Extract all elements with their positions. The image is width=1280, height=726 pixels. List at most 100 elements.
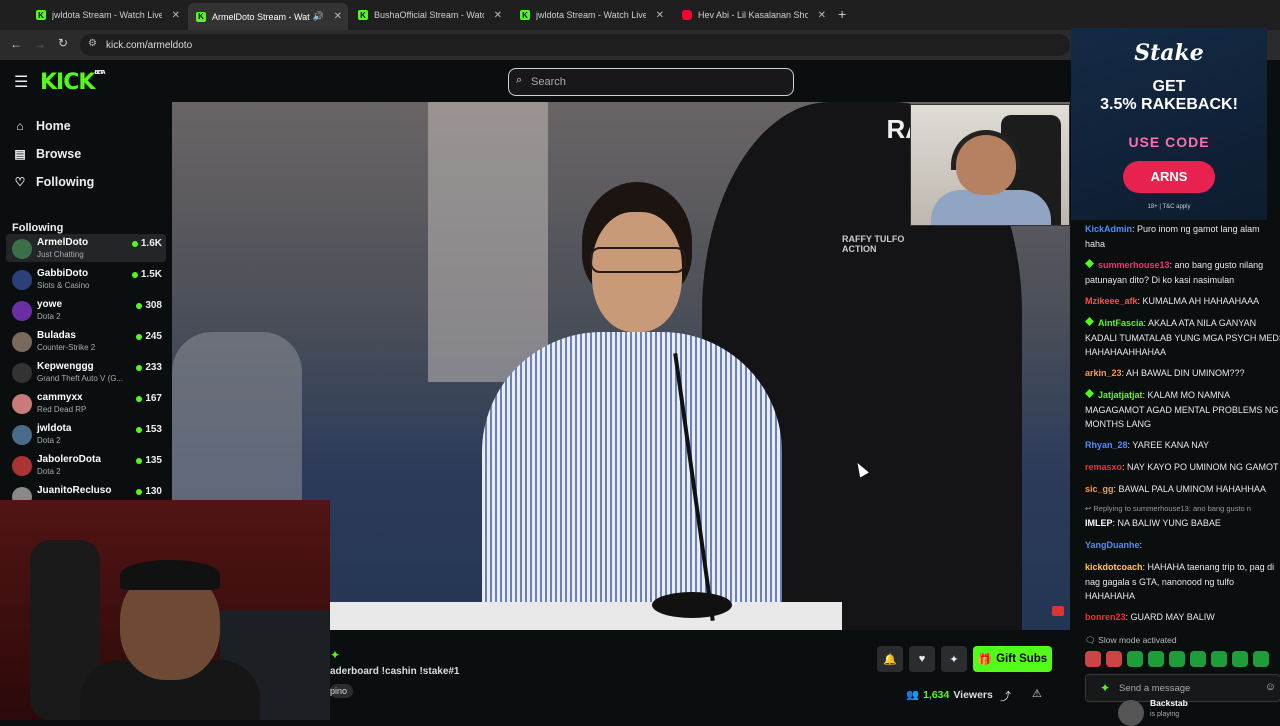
- channel-category: Red Dead RP: [37, 405, 87, 414]
- chat-username[interactable]: Jatjatjatjat: [1098, 390, 1143, 400]
- sidebar-channel[interactable]: JaboleroDota Dota 2 135: [6, 451, 166, 479]
- tab-bushaofficial[interactable]: K BushaOfficial Stream - Watch Li ✕: [350, 4, 508, 26]
- url-field[interactable]: ⚙ kick.com/armeldoto: [80, 34, 1070, 56]
- chat-username[interactable]: remasxo: [1085, 462, 1122, 472]
- tab-jwldota-1[interactable]: K jwldota Stream - Watch Live on ✕: [28, 4, 186, 26]
- sidebar-channel[interactable]: Buladas Counter-Strike 2 245: [6, 327, 166, 355]
- channel-name: GabbiDoto: [37, 268, 89, 279]
- chat-message: YangDuanhe:: [1085, 540, 1143, 550]
- chat-username[interactable]: arkin_23: [1085, 368, 1122, 378]
- badge-icon: [1085, 389, 1094, 398]
- sidebar-channel[interactable]: yowe Dota 2 308: [6, 296, 166, 324]
- streamer-webcam-2: [0, 500, 330, 720]
- close-tab-icon[interactable]: ✕: [494, 10, 502, 21]
- live-dot-icon: [136, 302, 143, 309]
- live-dot-icon: [136, 488, 143, 495]
- activity-sub: is playing: [1150, 711, 1180, 718]
- sidebar-channel[interactable]: jwldota Dota 2 153: [6, 420, 166, 448]
- emote[interactable]: [1190, 651, 1206, 667]
- tab-armeldoto[interactable]: K ArmelDoto Stream - Watch 🔊 ✕: [188, 3, 348, 30]
- close-tab-icon[interactable]: ✕: [172, 10, 180, 21]
- youtube-watermark-icon: [1052, 606, 1064, 616]
- live-dot-icon: [131, 240, 138, 247]
- chat-username[interactable]: sic_gg: [1085, 484, 1114, 494]
- new-tab-button[interactable]: +: [838, 6, 846, 22]
- avatar: [12, 239, 32, 259]
- emote[interactable]: [1169, 651, 1185, 667]
- kick-logo[interactable]: KICKBETA: [40, 70, 106, 95]
- video-person-seated: [472, 182, 802, 630]
- stake-ad[interactable]: Stake GET 3.5% RAKEBACK! USE CODE ARNS 18…: [1071, 28, 1267, 220]
- report-icon[interactable]: ⚠: [1032, 687, 1042, 700]
- sidebar-channel[interactable]: GabbiDoto Slots & Casino 1.5K: [6, 265, 166, 293]
- sidebar-channel[interactable]: ArmelDoto Just Chatting 1.6K: [6, 234, 166, 262]
- reload-icon[interactable]: ↻: [58, 36, 68, 50]
- slow-mode-notice: 🗨 Slow mode activated: [1085, 635, 1177, 645]
- back-icon[interactable]: ←: [10, 37, 22, 51]
- channel-name: JuanitoRecluso: [37, 485, 112, 496]
- close-tab-icon[interactable]: ✕: [818, 10, 826, 21]
- chat-username[interactable]: bonren23: [1085, 612, 1126, 622]
- speaker-icon[interactable]: 🔊: [313, 11, 324, 22]
- viewer-count: 👥 1,634 Viewers: [906, 688, 993, 702]
- avatar: [12, 425, 32, 445]
- tab-hev-abi[interactable]: Hev Abi - Lil Kasalanan Shortie ✕: [674, 4, 832, 26]
- sidebar-channel[interactable]: cammyxx Red Dead RP 167: [6, 389, 166, 417]
- avatar: [12, 301, 32, 321]
- close-tab-icon[interactable]: ✕: [656, 10, 664, 21]
- live-dot-icon: [136, 426, 143, 433]
- chat-username[interactable]: AintFascia: [1098, 318, 1144, 328]
- share-icon[interactable]: ⤴: [1000, 688, 1011, 704]
- chat-username[interactable]: Mzikeee_afk: [1085, 296, 1138, 306]
- avatar: [12, 394, 32, 414]
- emote[interactable]: [1253, 651, 1269, 667]
- avatar: [12, 363, 32, 383]
- channel-category: Slots & Casino: [37, 281, 90, 290]
- nav-home[interactable]: ⌂ Home: [14, 119, 70, 133]
- predictions-button[interactable]: ✦: [941, 646, 967, 672]
- emote[interactable]: [1211, 651, 1227, 667]
- close-tab-icon[interactable]: ✕: [334, 11, 342, 22]
- nav-browse[interactable]: ▤ Browse: [14, 147, 81, 161]
- search-input[interactable]: ⌕ Search: [508, 68, 794, 96]
- gift-subs-button[interactable]: 🎁 Gift Subs: [973, 646, 1052, 672]
- tab-jwldota-2[interactable]: K jwldota Stream - Watch Live on ✕: [512, 4, 670, 26]
- emote[interactable]: [1085, 651, 1101, 667]
- channel-category: Dota 2: [37, 436, 61, 445]
- chat-panel: KickAdmin: Puro inom ng gamot lang alam h…: [1078, 220, 1280, 726]
- chat-username[interactable]: kickdotcoach: [1085, 562, 1143, 572]
- emote[interactable]: [1127, 651, 1143, 667]
- ad-code-button[interactable]: ARNS: [1123, 161, 1215, 193]
- following-header: Following: [12, 222, 64, 234]
- channel-category: Grand Theft Auto V (G...: [37, 374, 124, 383]
- emote[interactable]: [1106, 651, 1122, 667]
- emoji-icon[interactable]: ☺: [1265, 681, 1276, 693]
- channel-name: Kepwenggg: [37, 361, 94, 372]
- site-header: ☰ KICKBETA ⌕ Search: [0, 60, 1070, 102]
- heart-icon: ♡: [14, 175, 26, 189]
- viewer-count: 153: [136, 424, 162, 435]
- forward-icon[interactable]: →: [34, 37, 46, 51]
- language-tag[interactable]: pino: [330, 684, 354, 698]
- emote-bar[interactable]: [1085, 651, 1269, 667]
- notify-button[interactable]: 🔔: [877, 646, 903, 672]
- browser-tab-strip: K jwldota Stream - Watch Live on ✕ K Arm…: [0, 0, 1280, 30]
- menu-icon[interactable]: ☰: [14, 72, 28, 92]
- shirt-logo: RAFFY TULFO ACTION: [842, 234, 905, 254]
- youtube-icon: [682, 10, 692, 20]
- chat-message: arkin_23: AH BAWAL DIN UMINOM???: [1085, 368, 1245, 378]
- channel-name: ArmelDoto: [37, 237, 89, 248]
- chat-username[interactable]: Rhyan_28: [1085, 440, 1128, 450]
- chat-username[interactable]: summerhouse13: [1098, 260, 1170, 270]
- emote[interactable]: [1232, 651, 1248, 667]
- emote[interactable]: [1148, 651, 1164, 667]
- chat-username[interactable]: KickAdmin: [1085, 224, 1132, 234]
- chat-username[interactable]: IMLEP: [1085, 518, 1113, 528]
- follow-button[interactable]: ♥: [909, 646, 935, 672]
- chat-username[interactable]: YangDuanhe: [1085, 540, 1140, 550]
- nav-following[interactable]: ♡ Following: [14, 175, 95, 189]
- channel-name: cammyxx: [37, 392, 83, 403]
- sidebar-channel[interactable]: Kepwenggg Grand Theft Auto V (G... 233: [6, 358, 166, 386]
- site-info-icon[interactable]: ⚙: [88, 38, 97, 49]
- kick-icon: K: [36, 10, 46, 20]
